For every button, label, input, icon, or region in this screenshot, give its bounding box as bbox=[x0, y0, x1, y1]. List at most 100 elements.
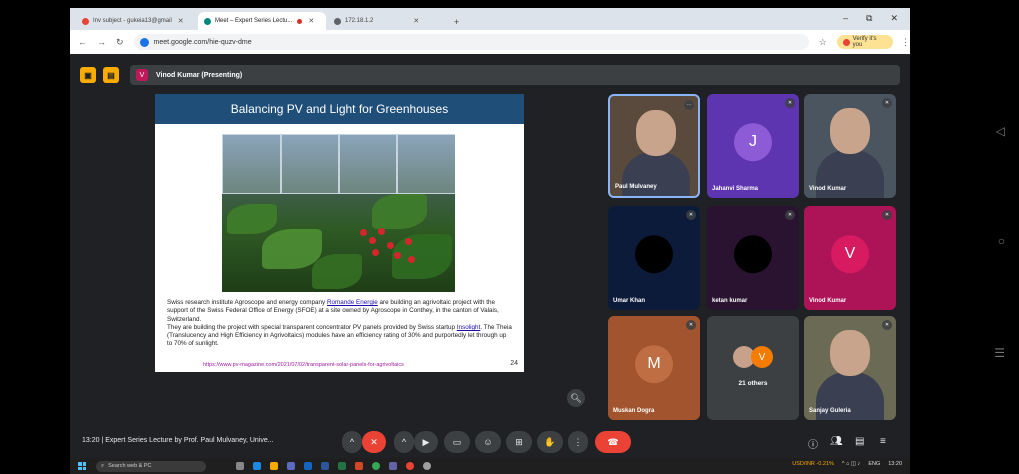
video-feed bbox=[830, 108, 870, 154]
close-icon[interactable]: ✕ bbox=[413, 17, 419, 25]
participant-name: Paul Mulvaney bbox=[615, 184, 657, 190]
info-icon[interactable]: ⓘ bbox=[808, 436, 818, 451]
people-icon[interactable]: 👥︎ bbox=[830, 436, 843, 447]
romande-energie-link[interactable]: Romande Energie bbox=[327, 299, 378, 306]
shared-slide: Balancing PV and Light for Greenhouses S… bbox=[155, 94, 524, 372]
captions-button[interactable]: ▭ bbox=[444, 431, 470, 453]
globe-icon bbox=[334, 17, 341, 25]
browser-menu-icon[interactable]: ⋮ bbox=[901, 37, 910, 48]
reload-icon[interactable]: ↻ bbox=[116, 37, 124, 48]
file-explorer-icon[interactable] bbox=[270, 462, 278, 470]
back-icon[interactable]: ← bbox=[78, 37, 87, 47]
tab-ip[interactable]: 172.18.1.2 ✕ bbox=[328, 12, 448, 30]
participant-name: Muskan Dogra bbox=[613, 408, 655, 414]
video-feed bbox=[830, 330, 870, 376]
participant-name: Vinod Kumar bbox=[809, 186, 847, 192]
tab-title: Inv subject - gukeia13@gmail bbox=[93, 18, 172, 24]
clock[interactable]: 13:20 bbox=[888, 461, 902, 467]
maximize-button[interactable]: ⧉ bbox=[866, 13, 872, 24]
minimize-button[interactable]: – bbox=[843, 13, 848, 24]
meet-icon bbox=[204, 17, 211, 25]
verify-button[interactable]: Verify it's you bbox=[836, 35, 893, 49]
avatar: V bbox=[831, 235, 869, 274]
edge-icon[interactable] bbox=[253, 462, 261, 470]
task-view-icon[interactable] bbox=[236, 462, 244, 470]
participant-tile[interactable]: V 21 others bbox=[707, 316, 799, 420]
language-indicator[interactable]: ENG bbox=[868, 461, 880, 467]
layout-button[interactable]: ▤ bbox=[103, 67, 119, 83]
participant-tile[interactable]: J Jahanvi Sharma ✕ bbox=[707, 94, 799, 198]
url-input[interactable]: meet.google.com/hie-quzv-dme bbox=[133, 34, 809, 50]
forward-icon[interactable]: → bbox=[97, 37, 106, 47]
tab-title: 172.18.1.2 bbox=[345, 18, 374, 24]
participant-tile[interactable]: Umar Khan ✕ bbox=[608, 206, 700, 310]
phone-frame: Inv subject - gukeia13@gmail ✕ Meet – Ex… bbox=[0, 0, 1019, 474]
windows-start-icon[interactable] bbox=[78, 462, 86, 470]
taskbar-search[interactable]: ⌕ Search web & PC bbox=[96, 460, 206, 472]
meeting-details-button[interactable]: ▣ bbox=[80, 67, 96, 83]
powerpoint-icon[interactable] bbox=[355, 462, 363, 470]
camera-button[interactable]: ▶ bbox=[414, 431, 438, 453]
participant-name: Sanjay Guleria bbox=[809, 408, 851, 414]
meeting-info: 13:20 | Expert Series Lecture by Prof. P… bbox=[82, 437, 274, 444]
stock-ticker[interactable]: USD/INR -0.21% bbox=[792, 461, 834, 467]
raise-hand-button[interactable]: ✋ bbox=[537, 431, 563, 453]
participant-tile[interactable]: M Muskan Dogra ✕ bbox=[608, 316, 700, 420]
new-tab-button[interactable]: + bbox=[454, 17, 459, 27]
store-icon[interactable] bbox=[287, 462, 295, 470]
more-options-button[interactable]: ⋮ bbox=[568, 431, 588, 453]
chrome-icon[interactable] bbox=[372, 462, 380, 470]
present-button[interactable]: ⊞ bbox=[506, 431, 532, 453]
site-info-icon[interactable] bbox=[139, 37, 149, 47]
profile-icon bbox=[842, 38, 850, 46]
close-icon[interactable]: ✕ bbox=[178, 17, 184, 25]
window-controls: – ⧉ ✕ bbox=[843, 13, 898, 24]
search-placeholder: Search web & PC bbox=[108, 463, 152, 469]
participant-name: Vinod Kumar bbox=[809, 298, 847, 304]
word-icon[interactable] bbox=[321, 462, 329, 470]
close-icon[interactable]: ✕ bbox=[308, 17, 314, 25]
participant-tile[interactable]: Paul Mulvaney ⋯ bbox=[608, 94, 700, 198]
tray-icons[interactable]: ^ ⌂ ◫ ♪ bbox=[842, 461, 860, 467]
settings-icon[interactable] bbox=[423, 462, 431, 470]
participant-tile[interactable]: Sanjay Guleria ✕ bbox=[804, 316, 896, 420]
windows-taskbar: ⌕ Search web & PC USD/INR -0.21% ^ ⌂ ◫ ♪… bbox=[70, 458, 910, 474]
presenter-avatar: V bbox=[136, 69, 148, 81]
camera-options-button[interactable]: ^ bbox=[394, 431, 414, 453]
android-home-icon[interactable]: ○ bbox=[998, 234, 1005, 248]
source-url[interactable]: https://www.pv-magazine.com/2021/07/02/t… bbox=[203, 362, 404, 368]
excel-icon[interactable] bbox=[338, 462, 346, 470]
recording-icon bbox=[297, 18, 303, 24]
video-feed bbox=[622, 152, 690, 196]
emoji-button[interactable]: ☺ bbox=[475, 431, 501, 453]
chrome-active-icon[interactable] bbox=[406, 462, 414, 470]
mic-off-icon: ✕ bbox=[882, 210, 892, 220]
participant-tile[interactable]: ketan kumar ✕ bbox=[707, 206, 799, 310]
participant-name: ketan kumar bbox=[712, 298, 748, 304]
close-window-button[interactable]: ✕ bbox=[890, 13, 898, 24]
mic-muted-button[interactable]: ✕ bbox=[362, 431, 386, 453]
meet-header: ▣ ▤ V Vinod Kumar (Presenting) bbox=[80, 64, 900, 86]
android-back-icon[interactable]: ◁ bbox=[996, 124, 1005, 138]
android-recents-icon[interactable]: ☰ bbox=[994, 346, 1005, 360]
bookmark-star-icon[interactable]: ☆ bbox=[819, 37, 827, 48]
teams-icon[interactable] bbox=[389, 462, 397, 470]
activities-icon[interactable]: ≡ bbox=[880, 436, 886, 447]
chat-icon[interactable]: ▤ bbox=[855, 436, 864, 447]
address-bar: ← → ↻ meet.google.com/hie-quzv-dme ☆ Ver… bbox=[70, 30, 910, 54]
zoom-icon[interactable]: 🔍︎ bbox=[567, 389, 585, 407]
participant-tile[interactable]: V Vinod Kumar ✕ bbox=[804, 206, 896, 310]
participant-tile[interactable]: Vinod Kumar ✕ bbox=[804, 94, 896, 198]
text-run: They are building the project with speci… bbox=[167, 323, 457, 331]
mic-off-icon: ✕ bbox=[882, 98, 892, 108]
mic-options-button[interactable]: ^ bbox=[342, 431, 362, 453]
leave-call-button[interactable]: ☎ bbox=[595, 431, 631, 453]
tab-meet[interactable]: Meet – Expert Series Lectu... ✕ bbox=[198, 12, 326, 30]
tab-gmail[interactable]: Inv subject - gukeia13@gmail ✕ bbox=[76, 12, 196, 30]
insolight-link[interactable]: Insolight bbox=[457, 324, 480, 331]
participant-name: Jahanvi Sharma bbox=[712, 186, 759, 192]
greenhouse-photo bbox=[222, 134, 455, 292]
gmail-icon bbox=[82, 17, 89, 25]
mic-off-icon: ✕ bbox=[882, 320, 892, 330]
mail-icon[interactable] bbox=[304, 462, 312, 470]
